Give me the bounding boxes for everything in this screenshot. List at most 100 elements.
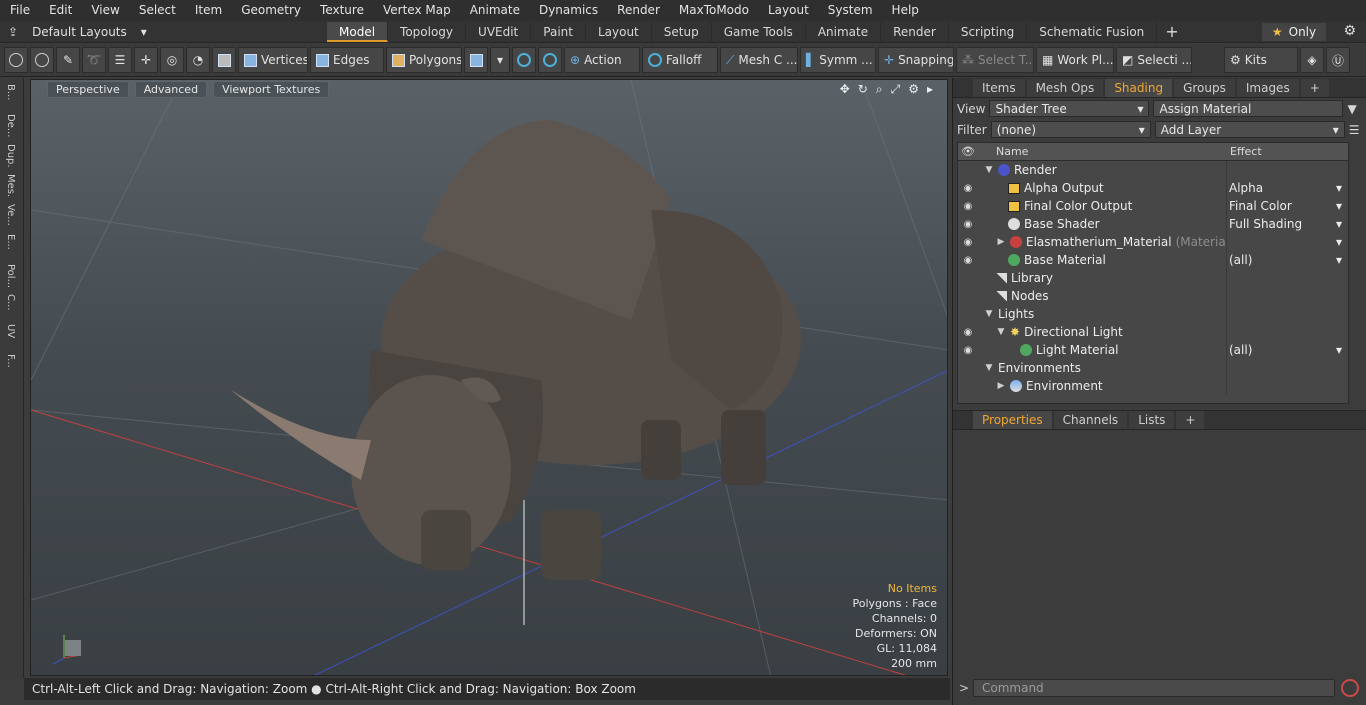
- center-button[interactable]: ✛: [134, 47, 158, 73]
- tab-setup[interactable]: Setup: [652, 21, 712, 42]
- chevron-down-icon[interactable]: ▾: [1336, 181, 1342, 195]
- tree-row-light-material[interactable]: ◉ Light Material (all) ▾: [958, 341, 1348, 359]
- 3d-viewport[interactable]: Perspective Advanced Viewport Textures ✥…: [30, 79, 948, 676]
- polygons-button[interactable]: Polygons: [386, 47, 462, 73]
- perspective-button[interactable]: Perspective: [47, 81, 129, 98]
- tab-render[interactable]: Render: [881, 21, 949, 42]
- tab-channels[interactable]: Channels: [1053, 411, 1128, 429]
- tree-row-environments[interactable]: ▼ Environments: [958, 359, 1348, 377]
- menu-view[interactable]: View: [81, 0, 128, 21]
- action-center-button[interactable]: ⊕ Action: [564, 47, 640, 73]
- tab-images[interactable]: Images: [1236, 78, 1299, 97]
- tab-animate[interactable]: Animate: [806, 21, 882, 42]
- menu-animate[interactable]: Animate: [460, 0, 529, 21]
- strip-tab-f[interactable]: F...: [5, 354, 16, 378]
- strip-tab-mes[interactable]: Mes...: [5, 174, 16, 198]
- mode-dropdown[interactable]: ▾: [490, 47, 510, 73]
- expand-right-icon[interactable]: ▶: [996, 237, 1006, 247]
- tab-shading[interactable]: Shading: [1105, 78, 1173, 97]
- pen-button[interactable]: ✎: [56, 47, 80, 73]
- edges-button[interactable]: Edges: [310, 47, 384, 73]
- eye-icon[interactable]: ◉: [958, 219, 978, 230]
- select-through-button[interactable]: ⁂ Select T...: [956, 47, 1034, 73]
- tree-row-environment[interactable]: ▶ Environment: [958, 377, 1348, 395]
- strip-tab-dup[interactable]: Dup...: [5, 144, 16, 168]
- add-panel-tab-button[interactable]: +: [1300, 78, 1329, 97]
- vertices-button[interactable]: Vertices: [238, 47, 308, 73]
- strip-tab-b[interactable]: B...: [5, 84, 16, 108]
- chevron-down-icon[interactable]: ▾: [1336, 235, 1342, 249]
- menu-system[interactable]: System: [818, 0, 882, 21]
- eye-icon[interactable]: ◉: [958, 183, 978, 194]
- strip-tab-e[interactable]: E...: [5, 234, 16, 258]
- tab-layout[interactable]: Layout: [586, 21, 652, 42]
- command-input[interactable]: Command: [973, 679, 1335, 697]
- name-column-header[interactable]: Name: [978, 145, 1226, 158]
- chevron-down-icon[interactable]: ▾: [1336, 217, 1342, 231]
- strip-tab-de[interactable]: De...: [5, 114, 16, 138]
- rhino-model[interactable]: [231, 120, 801, 580]
- eye-icon[interactable]: ◉: [958, 255, 978, 266]
- strip-tab-uv[interactable]: UV: [5, 324, 16, 348]
- chevron-down-icon[interactable]: ▾: [1336, 199, 1342, 213]
- tree-row-base-material[interactable]: ◉ Base Material (all) ▾: [958, 251, 1348, 269]
- expand-down-icon[interactable]: ▼: [984, 309, 994, 319]
- menu-edit[interactable]: Edit: [39, 0, 81, 21]
- snapping-button[interactable]: ✛ Snapping: [878, 47, 954, 73]
- chevron-down-icon[interactable]: ▾: [1336, 343, 1342, 357]
- tab-scripting[interactable]: Scripting: [949, 21, 1028, 42]
- filter-funnel-icon[interactable]: ▼: [1347, 102, 1356, 116]
- menu-select[interactable]: Select: [129, 0, 185, 21]
- menu-dynamics[interactable]: Dynamics: [529, 0, 607, 21]
- snap-target-button[interactable]: ◎: [160, 47, 184, 73]
- unity-button[interactable]: ◈: [1300, 47, 1324, 73]
- menu-layout[interactable]: Layout: [758, 0, 818, 21]
- record-icon[interactable]: [1341, 679, 1359, 697]
- menu-vertex-map[interactable]: Vertex Map: [373, 0, 460, 21]
- shield-button[interactable]: [212, 47, 236, 73]
- tab-mesh-ops[interactable]: Mesh Ops: [1026, 78, 1104, 97]
- falloff-button[interactable]: Falloff: [642, 47, 718, 73]
- tree-row-nodes[interactable]: Nodes: [958, 287, 1348, 305]
- menu-maxtomodo[interactable]: MaxToModo: [669, 0, 758, 21]
- viewport-textures-button[interactable]: Viewport Textures: [213, 81, 330, 98]
- tree-row-elasmatherium-material[interactable]: ◉ ▶ Elasmatherium_Material (Material) ▾: [958, 233, 1348, 251]
- tab-uvedit[interactable]: UVEdit: [466, 21, 532, 42]
- tab-groups[interactable]: Groups: [1174, 78, 1235, 97]
- align-button[interactable]: ☰: [108, 47, 132, 73]
- symmetry-toggle-button[interactable]: [512, 47, 536, 73]
- kits-button[interactable]: ⚙ Kits: [1224, 47, 1298, 73]
- eye-icon[interactable]: ◉: [958, 237, 978, 248]
- timer-button[interactable]: ◔: [186, 47, 210, 73]
- view-select[interactable]: Shader Tree ▾: [989, 100, 1150, 117]
- advanced-button[interactable]: Advanced: [134, 81, 208, 98]
- tab-schematic-fusion[interactable]: Schematic Fusion: [1027, 21, 1158, 42]
- tree-row-alpha-output[interactable]: ◉ Alpha Output Alpha ▾: [958, 179, 1348, 197]
- gear-icon[interactable]: ⚙: [1343, 23, 1356, 39]
- item-mode-button[interactable]: [464, 47, 488, 73]
- mesh-constraint-button[interactable]: ⟋ Mesh C ...: [720, 47, 798, 73]
- add-tab-button[interactable]: +: [1157, 22, 1186, 41]
- menu-file[interactable]: File: [0, 0, 39, 21]
- viewport-gear-icon[interactable]: ⚙: [908, 82, 919, 97]
- menu-item[interactable]: Item: [185, 0, 231, 21]
- eye-icon[interactable]: ◉: [958, 201, 978, 212]
- tree-row-directional-light[interactable]: ◉ ▼ ✸ Directional Light: [958, 323, 1348, 341]
- tab-lists[interactable]: Lists: [1129, 411, 1175, 429]
- tree-row-lights[interactable]: ▼ Lights: [958, 305, 1348, 323]
- expand-down-icon[interactable]: ▼: [996, 327, 1006, 337]
- tab-topology[interactable]: Topology: [388, 21, 467, 42]
- expand-right-icon[interactable]: ▶: [996, 381, 1006, 391]
- tab-properties[interactable]: Properties: [973, 411, 1052, 429]
- tree-row-library[interactable]: Library: [958, 269, 1348, 287]
- eye-icon[interactable]: ◉: [958, 345, 978, 356]
- add-properties-tab-button[interactable]: +: [1176, 411, 1205, 429]
- tab-game-tools[interactable]: Game Tools: [712, 21, 806, 42]
- rotate-icon[interactable]: ↻: [858, 82, 868, 97]
- chevron-down-icon[interactable]: ▾: [1336, 253, 1342, 267]
- select-circle-button[interactable]: [4, 47, 28, 73]
- move-icon[interactable]: ✥: [840, 82, 850, 97]
- unreal-button[interactable]: Ⓤ: [1326, 47, 1350, 73]
- tab-model[interactable]: Model: [327, 21, 389, 42]
- pivot-button[interactable]: [538, 47, 562, 73]
